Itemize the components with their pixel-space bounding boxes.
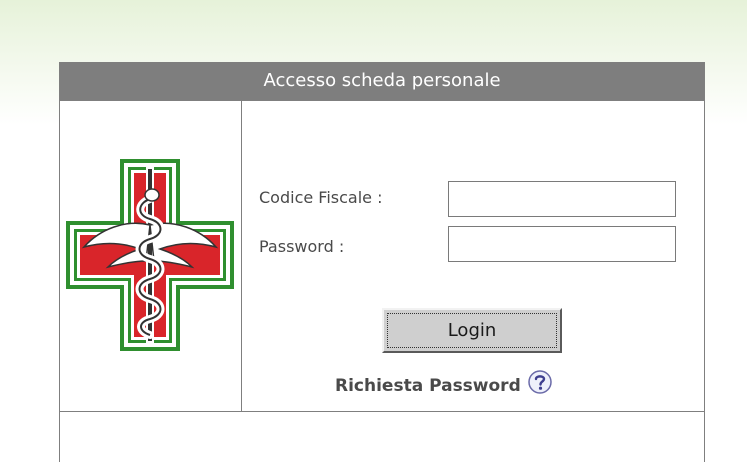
password-input[interactable] (448, 226, 676, 262)
panel-header-title: Accesso scheda personale (60, 62, 704, 100)
question-mark-icon[interactable] (527, 369, 553, 395)
logo-cell (60, 101, 242, 411)
login-panel: Accesso scheda personale Codice Fiscale … (59, 62, 705, 462)
login-button[interactable]: Login (382, 308, 562, 353)
password-label: Password : (259, 237, 345, 256)
login-button-label: Login (387, 313, 557, 348)
codice-fiscale-label: Codice Fiscale : (259, 188, 383, 207)
codice-fiscale-input[interactable] (448, 181, 676, 217)
password-request-label: Richiesta Password (335, 376, 521, 396)
panel-bottom-divider (60, 411, 704, 412)
login-form: Codice Fiscale : Password : Login Richie… (242, 101, 704, 411)
pharmacy-cross-caduceus-icon (66, 159, 234, 351)
password-request-link[interactable]: Richiesta Password (335, 369, 553, 401)
